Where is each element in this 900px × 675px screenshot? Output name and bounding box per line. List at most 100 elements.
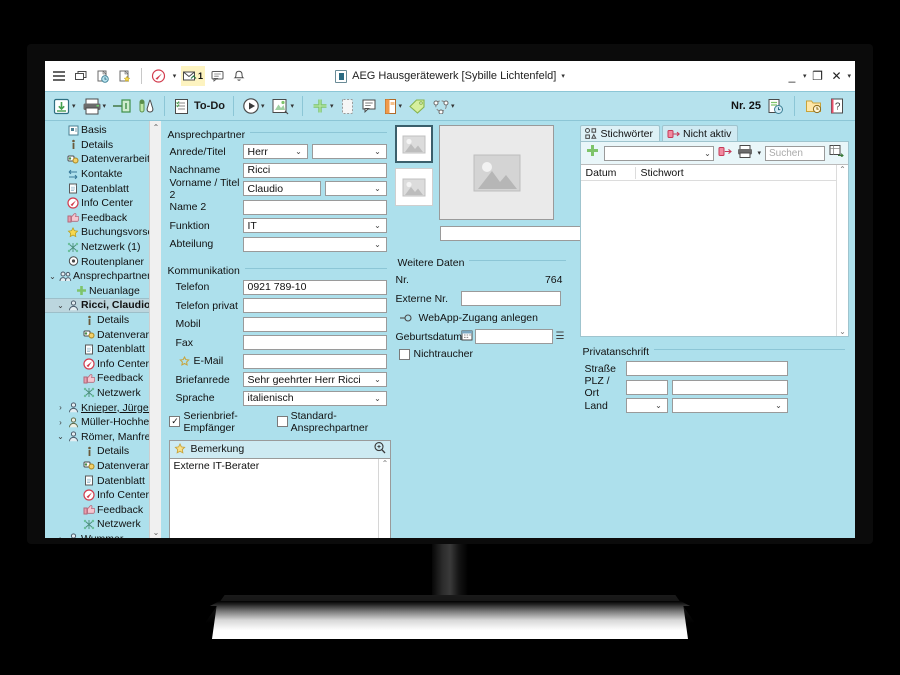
twisty-expanded-icon[interactable]: ⌄ (55, 301, 66, 310)
tree-item-basis[interactable]: Basis (45, 123, 161, 138)
phone-private-input[interactable] (243, 298, 387, 313)
export-button[interactable] (110, 94, 134, 118)
tree-item-info-center[interactable]: Info Center (45, 488, 161, 503)
title-dropdown-caret-icon[interactable]: ▾ (561, 72, 565, 80)
note-button[interactable] (359, 94, 379, 118)
process-caret-icon[interactable]: ▾ (291, 102, 295, 110)
tree-item-feedback[interactable]: Feedback (45, 371, 161, 386)
tree-item-buchungsvorschlag[interactable]: Buchungsvorschlag (45, 225, 161, 240)
external-nr-input[interactable] (461, 291, 561, 306)
chevron-down-icon[interactable]: ⌄ (371, 375, 383, 384)
tree-item-routenplaner[interactable]: Routenplaner (45, 254, 161, 269)
run-caret-icon[interactable]: ▾ (261, 102, 265, 110)
tab-stichwoerter[interactable]: Stichwörter (580, 125, 660, 141)
close-caret-icon[interactable]: ▾ (847, 72, 851, 80)
country-code-select[interactable]: ⌄ (626, 398, 668, 413)
lastname-input[interactable]: Ricci (243, 163, 387, 178)
tree-item-datenblatt[interactable]: Datenblatt (45, 181, 161, 196)
grid-export-icon[interactable] (829, 144, 844, 162)
tree-item-details[interactable]: Details (45, 313, 161, 328)
chevron-down-icon[interactable]: ⌄ (371, 147, 383, 156)
process-button[interactable]: ▾ (269, 94, 297, 118)
todo-button[interactable]: To-Do (171, 94, 227, 118)
new-caret-icon[interactable]: ▾ (330, 102, 334, 110)
book-button[interactable]: ▾ (381, 94, 405, 118)
tree-item-netzwerk[interactable]: Netzwerk (45, 517, 161, 532)
windows-icon[interactable] (71, 66, 91, 86)
relations-button[interactable]: ▾ (430, 94, 457, 118)
standard-contact-checkbox[interactable] (277, 416, 288, 427)
nonsmoker-checkbox[interactable] (399, 349, 410, 360)
calendar-icon[interactable] (461, 328, 473, 346)
fax-input[interactable] (243, 335, 387, 350)
tree-item-details[interactable]: Details (45, 444, 161, 459)
keyword-print-caret-icon[interactable]: ▾ (757, 149, 761, 157)
country-select[interactable]: ⌄ (672, 398, 788, 413)
birthday-menu-icon[interactable]: ☰ (555, 331, 564, 342)
add-keyword-button[interactable] (585, 143, 600, 163)
tree-item-datenverarbei[interactable]: Datenverarbei... (45, 327, 161, 342)
tree-item-knieper-j-rgen[interactable]: ›Knieper, Jürgen (45, 400, 161, 415)
tree-item-r-mer-manfred[interactable]: ⌄Römer, Manfred (45, 429, 161, 444)
remark-zoom-button[interactable] (373, 441, 386, 457)
department-select[interactable]: ⌄ (243, 237, 387, 252)
webapp-row[interactable]: WebApp-Zugang anlegen (395, 309, 570, 326)
bell-icon[interactable] (229, 66, 249, 86)
tree-item-netzwerk[interactable]: Netzwerk (45, 386, 161, 401)
remark-scroll-up-icon[interactable]: ⌃ (379, 459, 390, 468)
street-input[interactable] (626, 361, 788, 376)
zip-input[interactable] (626, 380, 668, 395)
tree-item-info-center[interactable]: Info Center (45, 357, 161, 372)
tree-item-feedback[interactable]: Feedback (45, 502, 161, 517)
tree-item-ansprechpartner[interactable]: ⌄Ansprechpartner (45, 269, 161, 284)
chevron-down-icon[interactable]: ⌄ (652, 401, 664, 410)
tree-item-wummer[interactable]: ›Wummer (45, 532, 161, 538)
letter-salutation-select[interactable]: Sehr geehrter Herr Ricci ⌄ (243, 372, 387, 387)
tree-scrollbar[interactable]: ⌃ ⌄ (149, 121, 161, 538)
chevron-down-icon[interactable]: ⌄ (701, 149, 713, 158)
title3-select[interactable]: ⌄ (325, 181, 387, 196)
search-input[interactable]: Suchen (765, 146, 825, 161)
twisty-collapsed-icon[interactable]: › (55, 534, 66, 538)
save-button[interactable]: ▾ (50, 94, 78, 118)
photo-preview[interactable] (439, 125, 554, 220)
save-caret-icon[interactable]: ▾ (72, 102, 76, 110)
relations-caret-icon[interactable]: ▾ (451, 102, 455, 110)
salutation-select[interactable]: Herr ⌄ (243, 144, 308, 159)
twisty-expanded-icon[interactable]: ⌄ (47, 272, 58, 281)
keywords-list[interactable]: Datum Stichwort ⌃ ⌄ (581, 164, 848, 336)
remark-scrollbar[interactable]: ⌃ ⌄ (378, 459, 390, 539)
tree-item-neuanlage[interactable]: Neuanlage (45, 284, 161, 299)
tree-item-info-center[interactable]: Info Center (45, 196, 161, 211)
birthday-input[interactable] (475, 329, 553, 344)
window-menu-caret-icon[interactable]: ▾ (803, 72, 807, 80)
keywords-scroll-down-icon[interactable]: ⌄ (837, 327, 848, 336)
navigation-tree[interactable]: BasisDetailsDatenverarbeitungKontakteDat… (45, 121, 161, 538)
tree-item-datenblatt[interactable]: Datenblatt (45, 342, 161, 357)
tree-item-ricci-claudio[interactable]: ⌄Ricci, Claudio (45, 298, 161, 313)
favorite-document-icon[interactable] (115, 66, 135, 86)
record-history-button[interactable] (765, 94, 786, 118)
navigator-icon[interactable] (148, 66, 168, 86)
title2-select[interactable]: ⌄ (312, 144, 387, 159)
mobile-input[interactable] (243, 317, 387, 332)
column-header-stichwort[interactable]: Stichwort (635, 167, 848, 179)
tree-item-datenverarbeitung[interactable]: Datenverarbeitung (45, 152, 161, 167)
run-button[interactable]: ▾ (240, 94, 267, 118)
email-input[interactable] (243, 354, 387, 369)
function-select[interactable]: IT ⌄ (243, 218, 387, 233)
firstname-input[interactable]: Claudio (243, 181, 321, 196)
photo-thumbnail-1[interactable] (395, 125, 433, 163)
tools-button[interactable] (136, 94, 158, 118)
tree-item-details[interactable]: Details (45, 138, 161, 153)
tree-item-feedback[interactable]: Feedback (45, 211, 161, 226)
column-header-datum[interactable]: Datum (581, 167, 635, 179)
tree-item-kontakte[interactable]: Kontakte (45, 167, 161, 182)
recent-button[interactable] (803, 94, 824, 118)
chevron-down-icon[interactable]: ⌄ (371, 221, 383, 230)
copy-button[interactable] (338, 94, 357, 118)
navigator-caret-icon[interactable]: ▾ (170, 66, 179, 86)
mail-icon[interactable]: 1 (181, 66, 205, 86)
chevron-down-icon[interactable]: ⌄ (292, 147, 304, 156)
tab-nicht-aktiv[interactable]: Nicht aktiv (662, 125, 738, 141)
